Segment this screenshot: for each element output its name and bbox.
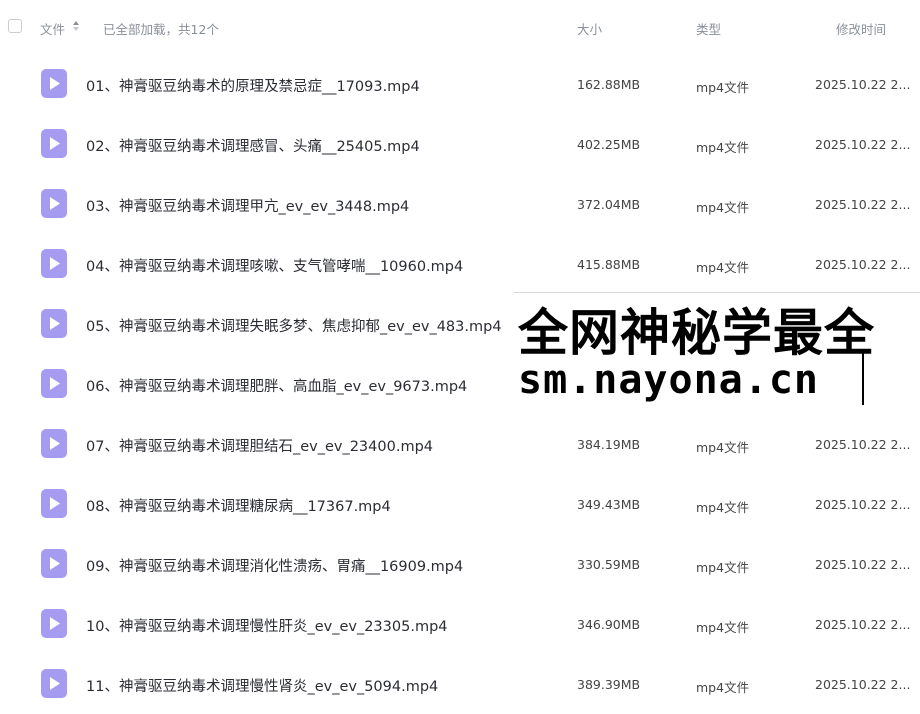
- file-modified-time: 2025.10.22 2...: [815, 617, 911, 632]
- file-type: mp4文件: [696, 260, 750, 275]
- file-name[interactable]: 05、神膏驱豆纳毒术调理失眠多梦、焦虑抑郁_ev_ev_483.mp4: [86, 315, 502, 336]
- file-name[interactable]: 07、神膏驱豆纳毒术调理胆结石_ev_ev_23400.mp4: [86, 435, 433, 456]
- file-row[interactable]: 02、神膏驱豆纳毒术调理感冒、头痛__25405.mp4 402.25MB mp…: [0, 114, 920, 174]
- file-size: 372.04MB: [577, 197, 641, 212]
- column-type-header[interactable]: 类型: [696, 19, 721, 38]
- video-file-icon: [41, 309, 67, 338]
- file-type: mp4文件: [696, 440, 750, 455]
- video-file-icon: [41, 189, 67, 218]
- file-name[interactable]: 09、神膏驱豆纳毒术调理消化性溃疡、胃痛__16909.mp4: [86, 555, 463, 576]
- file-modified-time: 2025.10.22 2...: [815, 497, 911, 512]
- file-type: mp4文件: [696, 560, 750, 575]
- file-size: 349.43MB: [577, 497, 641, 512]
- file-size: 415.88MB: [577, 257, 641, 272]
- file-modified-time: 2025.10.22 2...: [815, 257, 911, 272]
- file-modified-time: 2025.10.22 2...: [815, 677, 911, 692]
- video-file-icon: [41, 669, 67, 698]
- file-name[interactable]: 03、神膏驱豆纳毒术调理甲亢_ev_ev_3448.mp4: [86, 195, 409, 216]
- file-name[interactable]: 10、神膏驱豆纳毒术调理慢性肝炎_ev_ev_23305.mp4: [86, 615, 448, 636]
- file-type: mp4文件: [696, 680, 750, 695]
- file-type: mp4文件: [696, 200, 750, 215]
- video-file-icon: [41, 429, 67, 458]
- file-size: 330.59MB: [577, 557, 641, 572]
- watermark-url: sm.nayona.cn: [518, 357, 819, 403]
- load-status-text: 已全部加载，共12个: [103, 22, 219, 37]
- file-row[interactable]: 04、神膏驱豆纳毒术调理咳嗽、支气管哮喘__10960.mp4 415.88MB…: [0, 234, 920, 294]
- file-modified-time: 2025.10.22 2...: [815, 137, 911, 152]
- video-file-icon: [41, 609, 67, 638]
- file-row[interactable]: 08、神膏驱豆纳毒术调理糖尿病__17367.mp4 349.43MB mp4文…: [0, 474, 920, 534]
- file-name[interactable]: 11、神膏驱豆纳毒术调理慢性肾炎_ev_ev_5094.mp4: [86, 675, 438, 696]
- file-size: 384.19MB: [577, 437, 641, 452]
- file-size: 162.88MB: [577, 77, 641, 92]
- file-size: 389.39MB: [577, 677, 641, 692]
- file-modified-time: 2025.10.22 2...: [815, 437, 911, 452]
- file-type: mp4文件: [696, 620, 750, 635]
- file-row[interactable]: 11、神膏驱豆纳毒术调理慢性肾炎_ev_ev_5094.mp4 389.39MB…: [0, 654, 920, 714]
- sort-icon[interactable]: [72, 19, 80, 33]
- file-list-header: 文件 已全部加载，共12个 大小 类型 修改时间: [0, 0, 920, 54]
- file-name[interactable]: 06、神膏驱豆纳毒术调理肥胖、高血脂_ev_ev_9673.mp4: [86, 375, 467, 396]
- file-size: 346.90MB: [577, 617, 641, 632]
- file-modified-time: 2025.10.22 2...: [815, 197, 911, 212]
- video-file-icon: [41, 369, 67, 398]
- file-row[interactable]: 03、神膏驱豆纳毒术调理甲亢_ev_ev_3448.mp4 372.04MB m…: [0, 174, 920, 234]
- file-name[interactable]: 04、神膏驱豆纳毒术调理咳嗽、支气管哮喘__10960.mp4: [86, 255, 463, 276]
- file-row[interactable]: 07、神膏驱豆纳毒术调理胆结石_ev_ev_23400.mp4 384.19MB…: [0, 414, 920, 474]
- video-file-icon: [41, 69, 67, 98]
- file-name[interactable]: 01、神膏驱豆纳毒术的原理及禁忌症__17093.mp4: [86, 75, 420, 96]
- file-modified-time: 2025.10.22 2...: [815, 77, 911, 92]
- file-type: mp4文件: [696, 80, 750, 95]
- file-row[interactable]: 09、神膏驱豆纳毒术调理消化性溃疡、胃痛__16909.mp4 330.59MB…: [0, 534, 920, 594]
- video-file-icon: [41, 549, 67, 578]
- file-type: mp4文件: [696, 500, 750, 515]
- file-size: 402.25MB: [577, 137, 641, 152]
- file-name[interactable]: 02、神膏驱豆纳毒术调理感冒、头痛__25405.mp4: [86, 135, 420, 156]
- watermark-title: 全网神秘学最全: [518, 304, 875, 362]
- video-file-icon: [41, 129, 67, 158]
- watermark-overlay: 全网神秘学最全 sm.nayona.cn: [514, 292, 920, 405]
- file-row[interactable]: 01、神膏驱豆纳毒术的原理及禁忌症__17093.mp4 162.88MB mp…: [0, 54, 920, 114]
- file-name[interactable]: 08、神膏驱豆纳毒术调理糖尿病__17367.mp4: [86, 495, 391, 516]
- video-file-icon: [41, 489, 67, 518]
- file-modified-time: 2025.10.22 2...: [815, 557, 911, 572]
- column-time-header[interactable]: 修改时间: [836, 19, 886, 38]
- select-all-checkbox[interactable]: [8, 19, 22, 33]
- column-size-header[interactable]: 大小: [577, 19, 602, 38]
- text-caret: [862, 351, 864, 405]
- column-name-header[interactable]: 文件: [40, 19, 65, 38]
- file-type: mp4文件: [696, 140, 750, 155]
- file-row[interactable]: 10、神膏驱豆纳毒术调理慢性肝炎_ev_ev_23305.mp4 346.90M…: [0, 594, 920, 654]
- video-file-icon: [41, 249, 67, 278]
